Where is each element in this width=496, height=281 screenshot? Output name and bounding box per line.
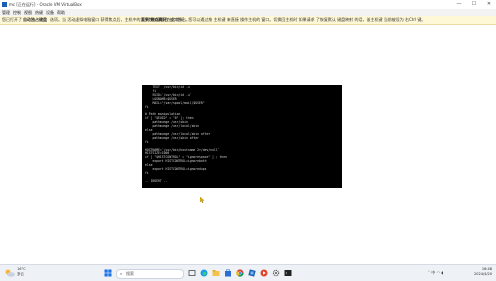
menu-item-manage[interactable]: 管理	[2, 9, 10, 16]
virtualbox-icon[interactable]	[248, 269, 256, 277]
terminal-icon[interactable]	[284, 269, 292, 277]
maximize-button[interactable]: ☐	[467, 0, 481, 9]
console-text: TEXT /usr/bin/id -u fi EUID=`/usr/bin/id…	[145, 85, 227, 183]
file-explorer-icon[interactable]	[212, 269, 220, 277]
menu-item-hotkey[interactable]: 热键	[35, 9, 43, 16]
search-icon: ⌕	[120, 271, 123, 276]
weather-icon[interactable]	[4, 268, 16, 278]
window-title: mc [正在运行] - Oracle VM VirtualBox	[9, 2, 82, 7]
window-titlebar: mc [正在运行] - Oracle VM VirtualBox — ☐ ✕	[0, 0, 496, 9]
media-icon[interactable]	[260, 269, 268, 277]
weather-widget[interactable]: 16°C 多云	[17, 267, 26, 277]
volume-icon[interactable]: ◖	[441, 270, 443, 275]
keyboard-capture-notification: 您已打开了 自动独占键盘 选项。当 活动虚拟电脑窗口 获得焦点后，主机中的大多数…	[0, 16, 496, 25]
wifi-icon[interactable]: ◠	[437, 270, 441, 275]
close-button[interactable]: ✕	[482, 0, 496, 9]
search-placeholder: 搜索	[126, 271, 134, 276]
notification-bold-option: 自动独占键盘	[23, 17, 47, 22]
virtualbox-app-icon	[2, 2, 7, 7]
system-tray: ˄ 中 ◠ ◖	[428, 270, 443, 276]
windows-icon[interactable]	[104, 269, 112, 277]
store-icon[interactable]	[224, 269, 232, 277]
input-language-indicator[interactable]: 中	[431, 270, 435, 275]
minimize-button[interactable]: —	[452, 0, 466, 9]
menu-bar: 管理 控制 视图 热键 设备 帮助	[0, 9, 496, 16]
windows-taskbar: 16°C 多云 ⌕ 搜索 ˄ 中 ◠ ◖ 16:48 2024/4/20	[0, 264, 496, 281]
mouse-cursor-icon	[200, 197, 205, 203]
clock[interactable]: 16:48 2024/4/20	[474, 267, 492, 277]
notification-tail: 。在此 期间，您可以通过按 主机键 来直接 操作主机的 窗口。切换回主机时 如果…	[163, 17, 426, 22]
menu-item-devices[interactable]: 设备	[46, 9, 54, 16]
edge-icon[interactable]	[200, 269, 208, 277]
chevron-up-icon[interactable]: ˄	[428, 270, 430, 275]
notification-prefix: 您已打开了	[2, 17, 22, 22]
chrome-icon[interactable]	[236, 269, 244, 277]
menu-item-help[interactable]: 帮助	[57, 9, 65, 16]
taskbar-search-box[interactable]: ⌕ 搜索	[116, 269, 184, 279]
menu-item-control[interactable]: 控制	[13, 9, 21, 16]
clock-date: 2024/4/20	[474, 272, 492, 276]
guest-console-screen[interactable]: TEXT /usr/bin/id -u fi EUID=`/usr/bin/id…	[142, 85, 342, 188]
task-view-icon[interactable]	[188, 269, 196, 277]
menu-item-view[interactable]: 视图	[24, 9, 32, 16]
settings-icon[interactable]	[272, 269, 280, 277]
weather-description: 多云	[17, 272, 24, 276]
